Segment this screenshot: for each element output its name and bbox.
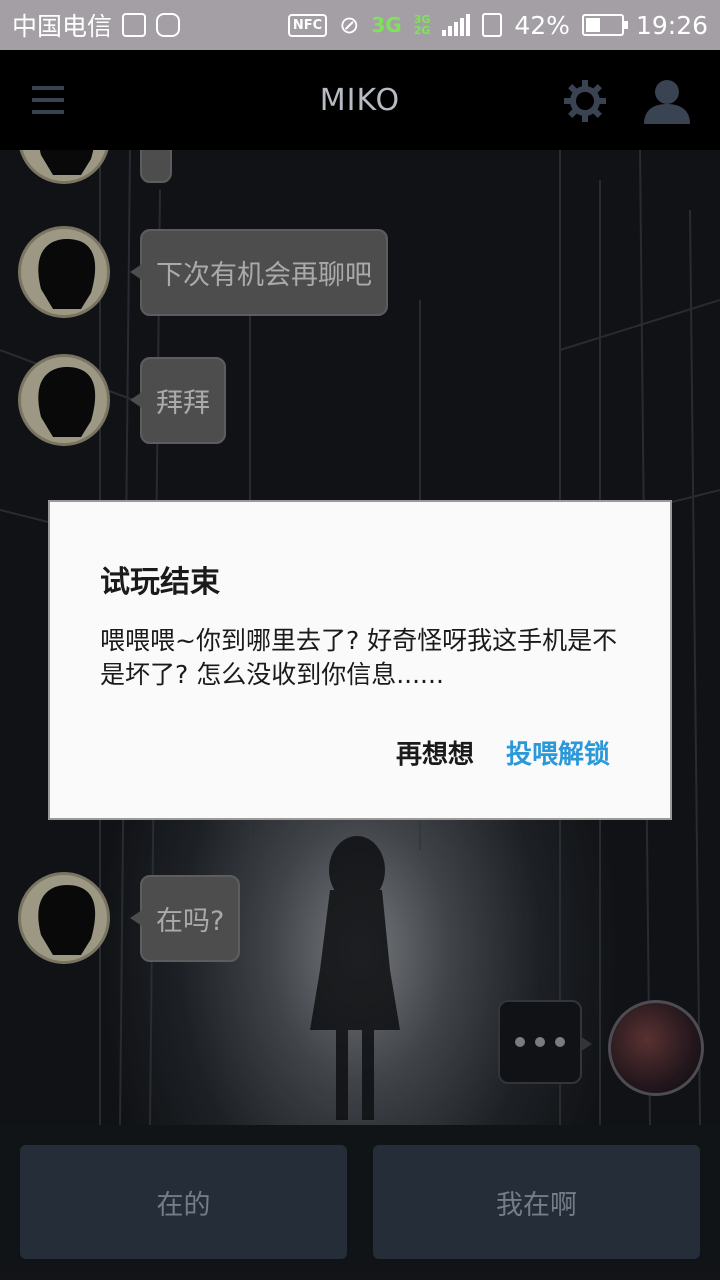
user-icon[interactable] [642, 78, 692, 124]
nfc-icon: NFC [287, 13, 328, 37]
sim-icon [482, 13, 503, 37]
app-title: MIKO [319, 82, 401, 118]
app-notification-icon [156, 13, 181, 37]
gallery-icon [122, 13, 147, 37]
dialog-message: 喂喂喂~你到哪里去了? 好奇怪呀我这手机是不是坏了? 怎么没收到你信息.....… [100, 626, 618, 689]
menu-icon[interactable] [32, 86, 64, 114]
dialog-title: 试玩结束 [100, 565, 220, 600]
signal-icon [442, 14, 471, 36]
gear-icon[interactable] [562, 78, 608, 124]
network-type-label: 3G [371, 13, 402, 37]
status-bar: 中国电信 NFC ⊘ 3G 3G 2G 42% 19:26 [0, 0, 720, 50]
unlock-button[interactable]: 投喂解锁 [506, 734, 610, 771]
battery-percent: 42% [514, 10, 570, 40]
app-bar: MIKO [0, 50, 720, 150]
mute-icon: ⊘ [339, 11, 360, 39]
reconsider-button[interactable]: 再想想 [396, 734, 474, 771]
battery-icon [581, 14, 628, 36]
trial-ended-dialog: 试玩结束 喂喂喂~你到哪里去了? 好奇怪呀我这手机是不是坏了? 怎么没收到你信息… [48, 500, 672, 820]
clock: 19:26 [635, 10, 708, 40]
network-alt-label: 3G 2G [413, 13, 431, 37]
carrier-label: 中国电信 [12, 12, 113, 41]
